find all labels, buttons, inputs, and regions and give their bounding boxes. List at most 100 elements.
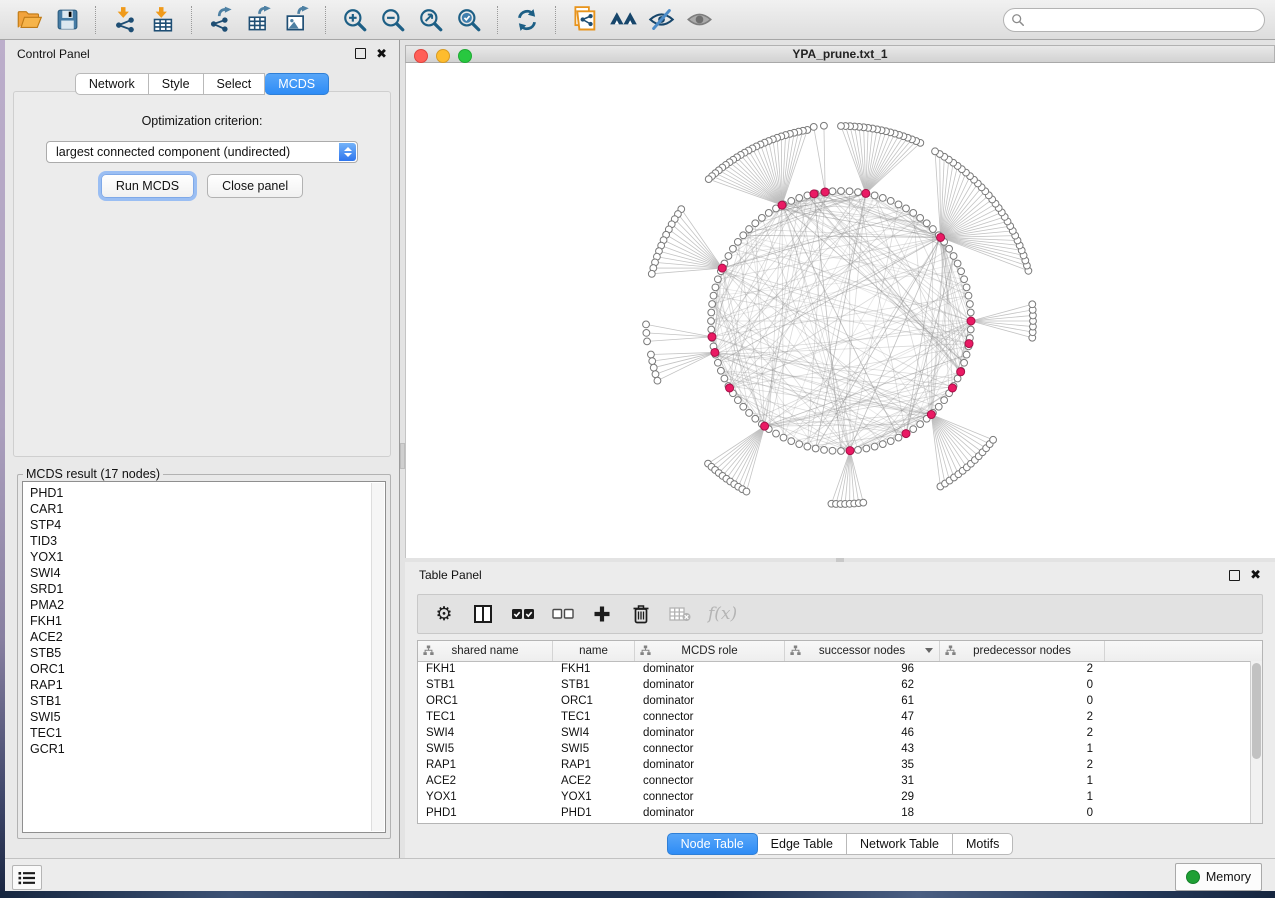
import-network-icon[interactable] xyxy=(109,4,141,36)
table-cell: PHD1 xyxy=(553,807,635,819)
export-network-icon[interactable] xyxy=(205,4,237,36)
delete-table-icon[interactable] xyxy=(669,602,691,626)
close-panel-button[interactable]: Close panel xyxy=(207,174,303,198)
float-panel-icon[interactable] xyxy=(355,48,366,59)
table-cell: 2 xyxy=(940,711,1105,723)
table-row[interactable]: SWI4SWI4dominator462 xyxy=(418,725,1251,741)
close-window-icon[interactable] xyxy=(414,49,428,63)
table-cell: SWI5 xyxy=(418,743,553,755)
export-image-icon[interactable] xyxy=(281,4,313,36)
mcds-result-item[interactable]: ACE2 xyxy=(30,629,378,645)
task-history-button[interactable] xyxy=(12,865,42,890)
mcds-result-item[interactable]: TID3 xyxy=(30,533,378,549)
mcds-result-item[interactable]: GCR1 xyxy=(30,741,378,757)
mcds-result-item[interactable]: ORC1 xyxy=(30,661,378,677)
delete-column-trash-icon[interactable] xyxy=(630,602,652,626)
table-cell: ORC1 xyxy=(553,695,635,707)
column-header-shared-name[interactable]: shared name xyxy=(418,641,553,661)
function-builder-icon[interactable]: f(x) xyxy=(708,602,737,626)
mcds-result-item[interactable]: PHD1 xyxy=(30,485,378,501)
table-row[interactable]: ORC1ORC1dominator610 xyxy=(418,693,1251,709)
table-row[interactable]: ACE2ACE2connector311 xyxy=(418,773,1251,789)
table-panel: Table Panel ✖ ⚙ xyxy=(405,562,1275,858)
mcds-result-item[interactable]: YOX1 xyxy=(30,549,378,565)
deselect-all-checks-icon[interactable] xyxy=(552,602,574,626)
add-column-icon[interactable] xyxy=(591,602,613,626)
mcds-result-item[interactable]: STB1 xyxy=(30,693,378,709)
toolbar-separator xyxy=(95,6,97,34)
column-header-successor-nodes[interactable]: successor nodes xyxy=(785,641,940,661)
tab-motifs[interactable]: Motifs xyxy=(953,833,1013,855)
column-label: successor nodes xyxy=(819,645,905,657)
tab-edge-table[interactable]: Edge Table xyxy=(758,833,847,855)
table-cell: TEC1 xyxy=(418,711,553,723)
refresh-icon[interactable] xyxy=(511,4,543,36)
column-header-predecessor-nodes[interactable]: predecessor nodes xyxy=(940,641,1105,661)
mcds-result-item[interactable]: RAP1 xyxy=(30,677,378,693)
mcds-list-scrollbar[interactable] xyxy=(371,483,384,831)
clone-network-icon[interactable] xyxy=(569,4,601,36)
import-table-icon[interactable] xyxy=(147,4,179,36)
mcds-result-item[interactable]: STP4 xyxy=(30,517,378,533)
tab-mcds[interactable]: MCDS xyxy=(265,73,329,95)
memory-status-icon xyxy=(1186,870,1200,884)
mcds-result-item[interactable]: FKH1 xyxy=(30,613,378,629)
maximize-window-icon[interactable] xyxy=(458,49,472,63)
criterion-select[interactable]: largest connected component (undirected) xyxy=(46,141,358,163)
mcds-result-item[interactable]: CAR1 xyxy=(30,501,378,517)
table-row[interactable]: STB1STB1dominator620 xyxy=(418,677,1251,693)
search-input[interactable] xyxy=(1003,8,1265,32)
network-window-titlebar[interactable]: YPA_prune.txt_1 xyxy=(405,45,1275,63)
table-cell: 62 xyxy=(785,679,940,691)
table-row[interactable]: FKH1FKH1dominator962 xyxy=(418,661,1251,677)
tab-select[interactable]: Select xyxy=(204,73,266,95)
table-scrollbar-thumb[interactable] xyxy=(1252,663,1261,759)
mcds-result-item[interactable]: TEC1 xyxy=(30,725,378,741)
first-neighbors-icon[interactable] xyxy=(607,4,639,36)
zoom-selected-icon[interactable] xyxy=(453,4,485,36)
show-all-eye-icon[interactable] xyxy=(683,4,715,36)
zoom-in-icon[interactable] xyxy=(339,4,371,36)
export-table-icon[interactable] xyxy=(243,4,275,36)
table-row[interactable]: TEC1TEC1connector472 xyxy=(418,709,1251,725)
hide-selected-eye-slash-icon[interactable] xyxy=(645,4,677,36)
tab-network-table[interactable]: Network Table xyxy=(847,833,953,855)
tab-node-table[interactable]: Node Table xyxy=(667,833,758,855)
mcds-result-item[interactable]: SRD1 xyxy=(30,581,378,597)
table-row[interactable]: RAP1RAP1dominator352 xyxy=(418,757,1251,773)
table-cell: dominator xyxy=(635,663,785,675)
sort-descending-icon[interactable] xyxy=(925,648,933,653)
minimize-window-icon[interactable] xyxy=(436,49,450,63)
table-scrollbar[interactable] xyxy=(1250,661,1262,823)
mcds-result-item[interactable]: SWI4 xyxy=(30,565,378,581)
run-mcds-button[interactable]: Run MCDS xyxy=(101,174,194,198)
mcds-result-item[interactable]: SWI5 xyxy=(30,709,378,725)
zoom-fit-icon[interactable] xyxy=(415,4,447,36)
column-panes-icon[interactable] xyxy=(472,602,494,626)
mcds-result-list: PHD1CAR1STP4TID3YOX1SWI4SRD1PMA2FKH1ACE2… xyxy=(23,482,385,760)
mcds-result-item[interactable]: STB5 xyxy=(30,645,378,661)
save-icon[interactable] xyxy=(51,4,83,36)
column-header-mcds-role[interactable]: MCDS role xyxy=(635,641,785,661)
table-row[interactable]: SWI5SWI5connector431 xyxy=(418,741,1251,757)
zoom-out-icon[interactable] xyxy=(377,4,409,36)
network-graph[interactable] xyxy=(406,63,1275,558)
table-cell: 61 xyxy=(785,695,940,707)
close-table-panel-icon[interactable]: ✖ xyxy=(1250,570,1261,580)
open-folder-icon[interactable] xyxy=(13,4,45,36)
column-header-name[interactable]: name xyxy=(553,641,635,661)
table-row[interactable]: PHD1PHD1dominator180 xyxy=(418,805,1251,821)
float-table-panel-icon[interactable] xyxy=(1229,570,1240,581)
settings-gear-icon[interactable]: ⚙ xyxy=(433,602,455,626)
mcds-result-item[interactable]: PMA2 xyxy=(30,597,378,613)
close-panel-icon[interactable]: ✖ xyxy=(376,49,387,59)
memory-button[interactable]: Memory xyxy=(1175,863,1262,891)
table-cell: SWI4 xyxy=(553,727,635,739)
table-row[interactable]: YOX1YOX1connector291 xyxy=(418,789,1251,805)
select-all-checks-icon[interactable] xyxy=(511,602,535,626)
table-cell: 0 xyxy=(940,695,1105,707)
tab-style[interactable]: Style xyxy=(149,73,204,95)
tab-network[interactable]: Network xyxy=(75,73,149,95)
column-type-icon xyxy=(423,645,434,659)
network-canvas[interactable] xyxy=(405,63,1275,558)
